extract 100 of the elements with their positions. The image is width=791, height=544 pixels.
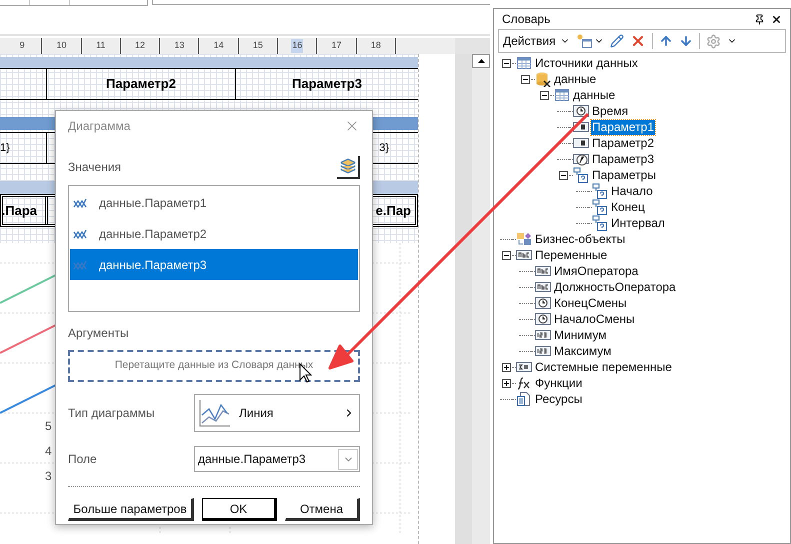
ruler-label: 16 <box>291 39 304 53</box>
tree-item[interactable]: Переменные <box>534 248 608 262</box>
field-label: Поле <box>68 451 98 468</box>
chart-type-button[interactable]: Линия <box>194 394 360 432</box>
tree-item[interactable]: ИмяОператора <box>553 264 640 278</box>
scroll-up-button[interactable] <box>472 54 490 68</box>
ruler-label: 10 <box>55 39 68 52</box>
tree-item[interactable]: Функции <box>534 376 584 390</box>
new-source-button[interactable] <box>576 33 604 49</box>
ruler-label: 15 <box>252 39 264 52</box>
tree-item[interactable]: Время <box>591 104 630 118</box>
move-up-icon[interactable] <box>658 34 673 48</box>
close-icon[interactable] <box>771 14 782 24</box>
tree-item[interactable]: Бизнес-объекты <box>534 232 626 246</box>
tree-item[interactable]: Источники данных <box>534 56 639 70</box>
axis-label: 3 <box>45 468 52 484</box>
actions-menu-button[interactable]: Действия <box>503 32 570 50</box>
ruler-label: 13 <box>173 39 186 52</box>
document-icon <box>516 391 532 407</box>
calculated-field-icon <box>573 151 589 167</box>
tree-item[interactable]: Минимум <box>553 328 608 342</box>
parameter-icon <box>573 167 589 183</box>
table-cell-text: Параметр3 <box>291 75 363 94</box>
new-table-icon <box>576 33 592 49</box>
line-series-icon <box>73 196 87 208</box>
line-series-icon <box>73 228 87 240</box>
tree-item[interactable]: Параметр2 <box>591 136 656 150</box>
tree-item[interactable]: Конец <box>610 200 646 214</box>
ruler-label: 14 <box>212 39 225 52</box>
tree-item[interactable]: Начало <box>610 184 654 198</box>
move-down-icon[interactable] <box>678 34 693 48</box>
string-variable-icon <box>535 263 551 279</box>
up-arrow-icon <box>478 59 484 63</box>
parameter-icon <box>592 215 608 231</box>
collapse-icon[interactable] <box>558 170 568 180</box>
parameter-icon <box>592 199 608 215</box>
dialog-title: Диаграмма <box>68 118 132 135</box>
number-variable-icon <box>535 343 551 359</box>
clock-icon <box>535 295 551 311</box>
collapse-icon[interactable] <box>502 250 510 260</box>
tree-item[interactable]: Параметр3 <box>591 152 656 166</box>
collapse-icon[interactable] <box>540 90 548 100</box>
system-variables-icon <box>516 359 532 375</box>
list-item[interactable]: данные.Параметр1 <box>70 187 358 218</box>
panel-title: Словарь <box>502 11 552 28</box>
ruler-label: 17 <box>330 39 343 52</box>
table-cell-text: е.Пар <box>374 202 412 220</box>
dialog-button[interactable]: OK <box>202 498 277 521</box>
collapse-icon[interactable] <box>520 74 530 84</box>
dialog-button[interactable]: Отмена <box>285 498 360 521</box>
function-icon <box>516 375 532 391</box>
tree-item[interactable]: КонецСмены <box>553 296 628 310</box>
list-item[interactable]: данные.Параметр3 <box>70 249 358 280</box>
tree-item[interactable]: ДолжностьОператора <box>553 280 677 294</box>
table-icon <box>516 55 532 71</box>
list-item[interactable]: данные.Параметр2 <box>70 218 358 249</box>
layers-button[interactable] <box>337 156 360 178</box>
tree-item[interactable]: Параметры <box>591 168 657 182</box>
ruler-label: 11 <box>95 39 106 52</box>
section-label: Аргументы <box>68 325 130 342</box>
ruler-label: 18 <box>370 39 382 52</box>
tree-item[interactable]: данные <box>553 72 598 86</box>
table-cell-text: 3} <box>378 140 390 156</box>
ruler-label: 12 <box>134 39 146 52</box>
tree-item[interactable]: Максимум <box>553 344 612 358</box>
pin-icon[interactable] <box>754 14 765 24</box>
database-icon <box>535 71 551 87</box>
tree-item[interactable]: НачалоСмены <box>553 312 636 326</box>
field-icon <box>573 135 589 151</box>
tree-item[interactable]: Параметр1 <box>591 120 656 134</box>
dialog-button[interactable]: Больше параметров <box>68 498 194 521</box>
section-label: Значения <box>68 159 122 176</box>
clock-icon <box>535 311 551 327</box>
tree-item[interactable]: данные <box>572 88 616 102</box>
table-cell: .Пара <box>3 197 48 224</box>
table-cell: 1} <box>0 133 47 163</box>
table-cell: Параметр2 <box>47 69 236 99</box>
line-chart-icon <box>199 399 231 427</box>
expand-icon[interactable] <box>502 362 510 372</box>
field-label: Тип диаграммы <box>68 405 156 422</box>
variables-icon <box>516 247 532 263</box>
line-series-icon <box>73 258 87 270</box>
ruler-label: 9 <box>18 39 26 52</box>
number-variable-icon <box>535 327 551 343</box>
tree-item[interactable]: Ресурсы <box>534 392 584 406</box>
axis-label: 4 <box>45 443 52 459</box>
vertical-scrollbar[interactable] <box>472 54 490 544</box>
axis-label: 5 <box>45 418 52 434</box>
clock-icon <box>573 103 589 119</box>
tree-item[interactable]: Системные переменные <box>534 360 673 374</box>
edit-icon[interactable] <box>610 34 624 48</box>
business-objects-icon <box>516 231 532 247</box>
parameter-icon <box>592 183 608 199</box>
tree-item[interactable]: Интервал <box>610 216 666 230</box>
table-icon <box>554 87 570 103</box>
field-combobox[interactable]: данные.Параметр3 <box>194 446 360 472</box>
expand-icon[interactable] <box>502 378 510 388</box>
collapse-icon[interactable] <box>502 58 510 68</box>
layers-icon <box>340 158 356 174</box>
string-variable-icon <box>535 279 551 295</box>
